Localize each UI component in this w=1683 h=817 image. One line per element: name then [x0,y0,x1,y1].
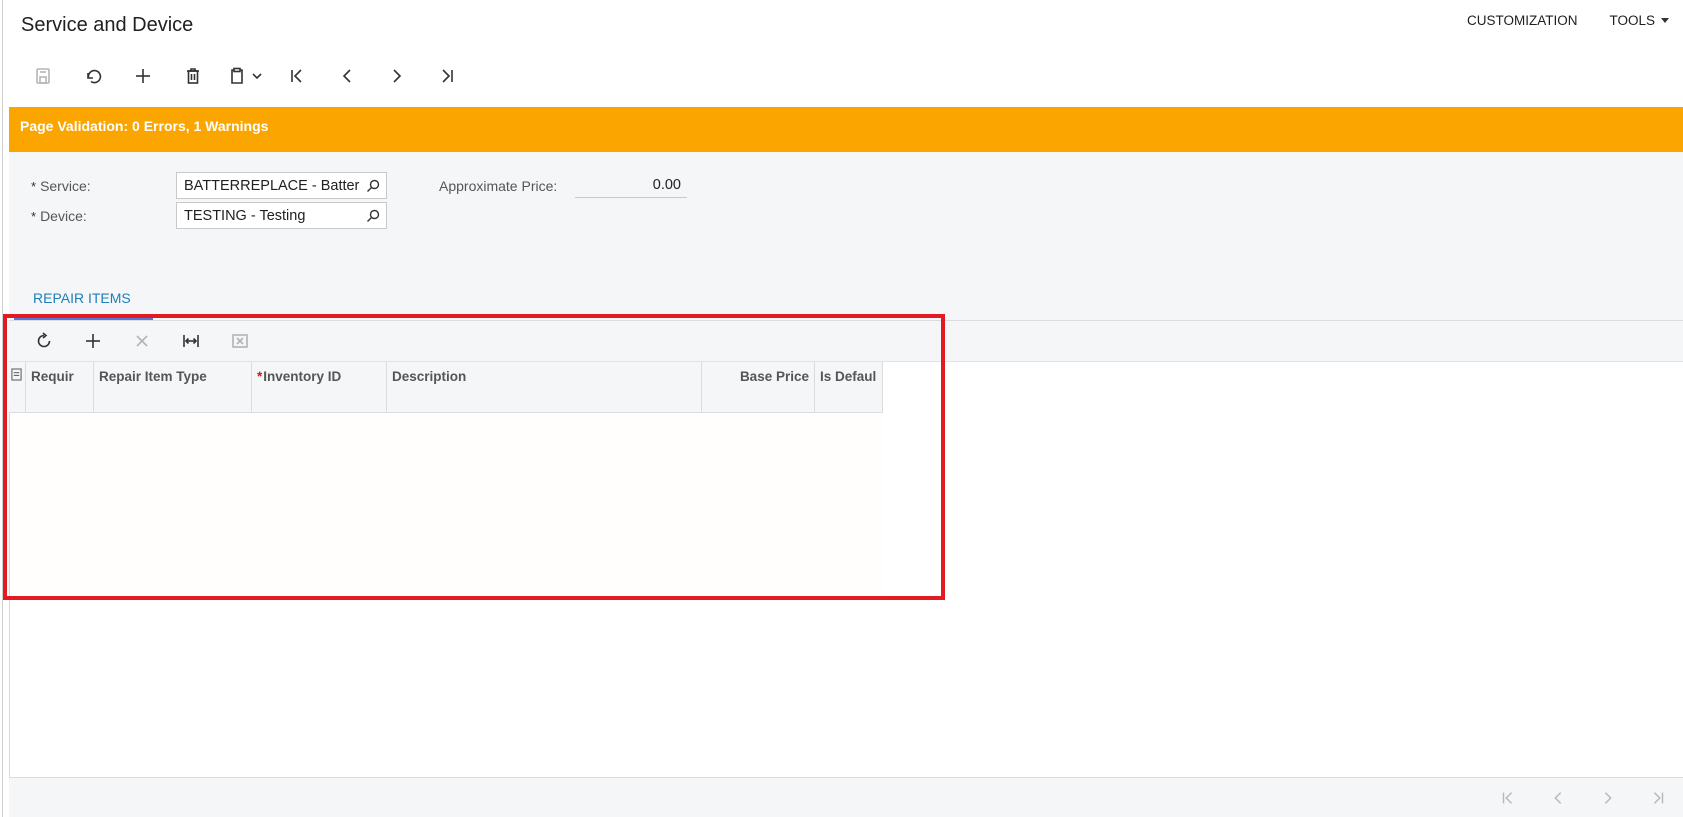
undo-icon [87,69,102,84]
tab-repair-items[interactable]: REPAIR ITEMS [33,290,131,306]
chevron-down-icon [252,73,262,80]
approx-price-label: Approximate Price: [439,178,558,194]
device-label: * Device: [31,208,87,224]
fit-columns-button[interactable] [166,326,215,356]
validation-banner[interactable]: Page Validation: 0 Errors, 1 Warnings [9,107,1683,152]
service-value: BATTERREPLACE - Batter [184,178,360,194]
undo-button[interactable] [68,62,118,90]
service-label: * Service: [31,178,91,194]
device-field[interactable]: TESTING - Testing [176,202,387,229]
delete-row-icon [135,335,148,347]
service-field[interactable]: BATTERREPLACE - Batter [176,172,387,199]
first-page-button[interactable] [1483,786,1533,810]
add-row-icon [85,334,100,348]
customization-menu[interactable]: CUSTOMIZATION [1467,13,1578,28]
customization-label: CUSTOMIZATION [1466,13,1578,28]
column-header-inventory-id[interactable]: *Inventory ID [252,362,387,412]
search-icon[interactable] [366,209,380,223]
first-page-icon [1502,792,1513,804]
row-selector-column[interactable] [9,362,26,412]
next-page-button[interactable] [1583,786,1633,810]
pager [1483,786,1683,810]
delete-button[interactable] [168,62,218,90]
inventory-id-label: Inventory ID [263,369,342,384]
grid-body [9,413,883,596]
refresh-button[interactable] [19,326,68,356]
caret-down-icon [1661,18,1669,23]
service-label-text: Service: [40,178,91,194]
top-nav: CUSTOMIZATION TOOLS [1467,13,1669,28]
first-record-icon [291,69,302,83]
delete-row-button[interactable] [117,326,166,356]
required-mark: * [257,369,263,384]
grid-toolbar [9,320,1683,362]
column-header-base-price[interactable]: Base Price [702,362,815,412]
file-icon [11,368,22,381]
previous-record-icon [342,69,351,83]
validation-message: Page Validation: 0 Errors, 1 Warnings [20,118,269,134]
previous-page-icon [1554,792,1562,804]
save-button[interactable] [18,62,68,90]
last-record-button[interactable] [422,62,472,90]
column-header-description[interactable]: Description [387,362,702,412]
column-header-repair-item-type[interactable]: Repair Item Type [94,362,252,412]
previous-page-button[interactable] [1533,786,1583,810]
form-area: * Service: BATTERREPLACE - Batter * Device… [9,152,1683,320]
last-record-icon [442,69,453,83]
delete-icon [187,68,199,84]
next-page-icon [1604,792,1612,804]
column-header-required[interactable]: Requir [26,362,94,412]
paste-icon [231,67,243,84]
previous-record-button[interactable] [322,62,372,90]
grid-header: Requir Repair Item Type *Inventory ID De… [9,362,883,413]
column-header-is-default[interactable]: Is Defaul [815,362,883,412]
refresh-icon [37,332,50,348]
grid-footer [9,777,1683,817]
save-icon [36,68,50,84]
paste-button[interactable] [218,62,272,90]
tools-label: TOOLS [1609,13,1655,28]
next-record-button[interactable] [372,62,422,90]
add-row-button[interactable] [68,326,117,356]
device-label-text: Device: [40,208,87,224]
page-title: Service and Device [21,14,194,36]
approx-price-field[interactable]: 0.00 [575,173,687,198]
tools-menu[interactable]: TOOLS [1609,13,1669,28]
fit-columns-icon [182,335,199,347]
main-toolbar [18,62,472,90]
last-page-icon [1653,792,1664,804]
export-excel-button[interactable] [215,326,264,356]
search-icon[interactable] [366,179,380,193]
export-excel-icon [231,334,248,348]
next-record-icon [393,69,402,83]
required-mark: * [31,209,37,224]
required-mark: * [31,179,37,194]
last-page-button[interactable] [1633,786,1683,810]
add-icon [136,69,150,83]
first-record-button[interactable] [272,62,322,90]
device-value: TESTING - Testing [184,208,306,224]
page-border [2,0,3,817]
add-button[interactable] [118,62,168,90]
grid-left-border [9,413,10,778]
